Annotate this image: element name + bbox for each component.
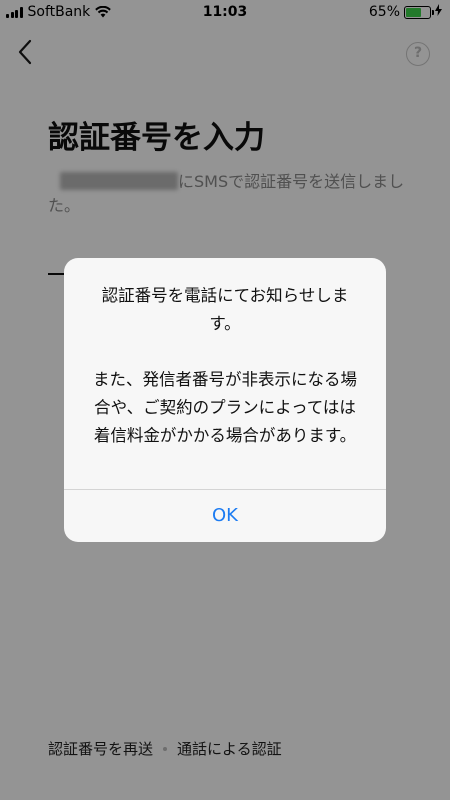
ok-button[interactable]: OK xyxy=(64,490,386,542)
alert-message: 認証番号を電話にてお知らせします。 また、発信者番号が非表示になる場合や、ご契約… xyxy=(93,286,357,445)
alert-dialog: 認証番号を電話にてお知らせします。 また、発信者番号が非表示になる場合や、ご契約… xyxy=(64,258,386,542)
